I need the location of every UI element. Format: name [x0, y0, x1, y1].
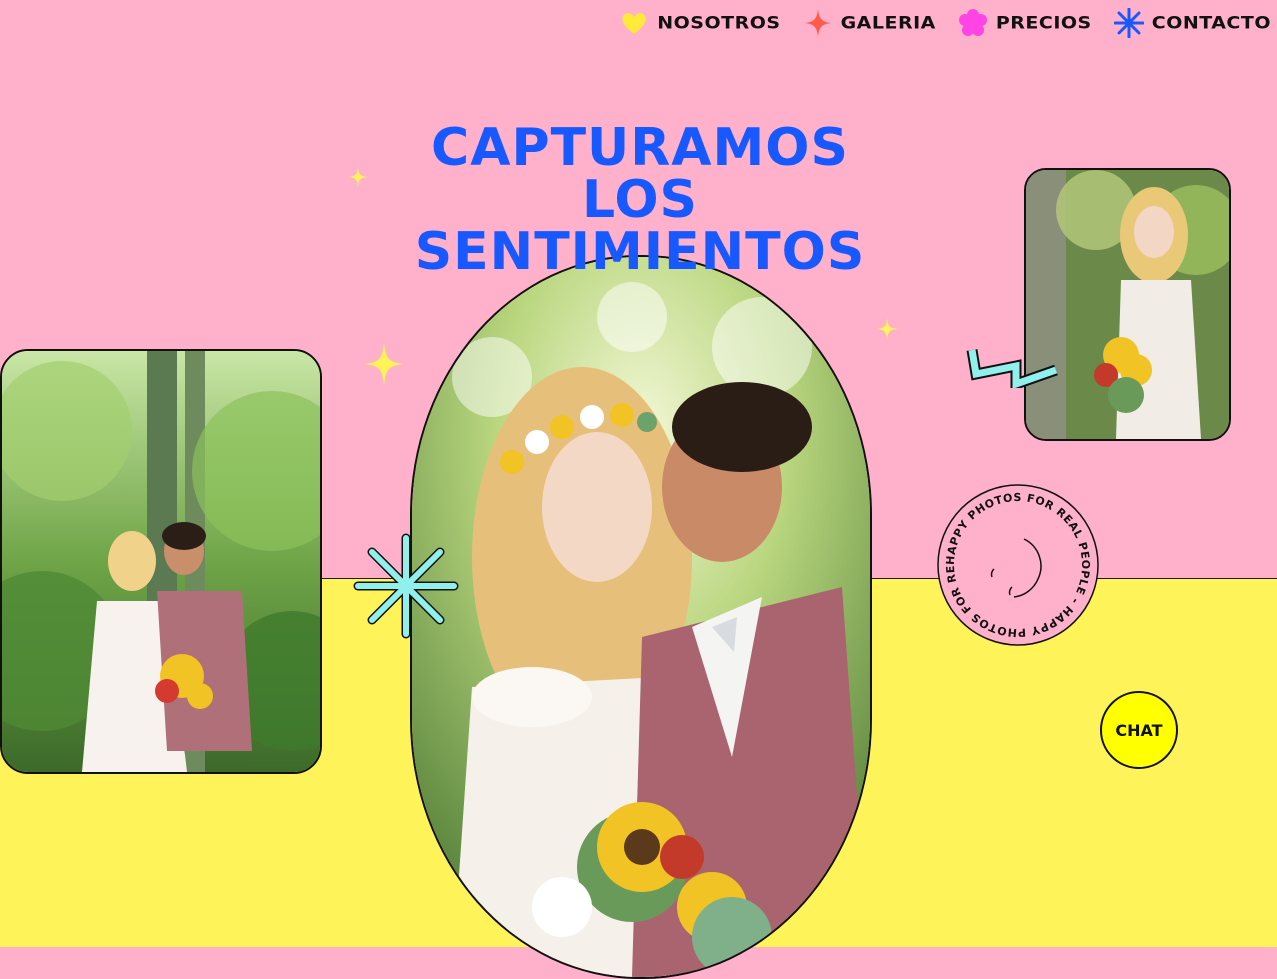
nav-item-contacto[interactable]: CONTACTO [1113, 8, 1271, 38]
cyan-asterisk-icon [353, 533, 459, 639]
hero-title: CAPTURAMOS LOS SENTIMIENTOS [380, 122, 900, 278]
nav-item-nosotros[interactable]: NOSOTROS [619, 8, 780, 38]
bride-portrait-photo [1024, 168, 1231, 441]
chat-button-label: CHAT [1115, 720, 1163, 740]
circular-text-badge: HAPPY PHOTOS FOR REAL PEOPLE - HAPPY PHO… [936, 483, 1099, 646]
hero-title-line: CAPTURAMOS [431, 118, 849, 178]
heart-icon [622, 13, 646, 34]
chat-button[interactable]: CHAT [1100, 691, 1178, 769]
small-sparkle-icon [348, 167, 368, 187]
four-point-star-icon [804, 9, 831, 37]
large-sparkle-icon [364, 342, 404, 386]
small-sparkle-icon [876, 318, 898, 340]
nav-label: NOSOTROS [657, 13, 781, 33]
nav-item-precios[interactable]: PRECIOS [958, 8, 1092, 38]
main-nav: NOSOTROS GALERIA PRECIOS CONTACTO [597, 8, 1271, 38]
nav-item-galeria[interactable]: GALERIA [803, 8, 936, 38]
couple-closeup-photo [410, 255, 872, 979]
nav-label: GALERIA [840, 13, 936, 33]
hero-title-line: SENTIMIENTOS [414, 222, 866, 282]
nav-label: PRECIOS [995, 13, 1092, 33]
hero-title-line: LOS [582, 170, 698, 230]
nav-label: CONTACTO [1151, 13, 1271, 33]
flower-icon [958, 9, 987, 36]
couple-forest-photo [0, 349, 322, 774]
zigzag-icon [966, 349, 1058, 388]
asterisk-icon [1113, 8, 1144, 38]
